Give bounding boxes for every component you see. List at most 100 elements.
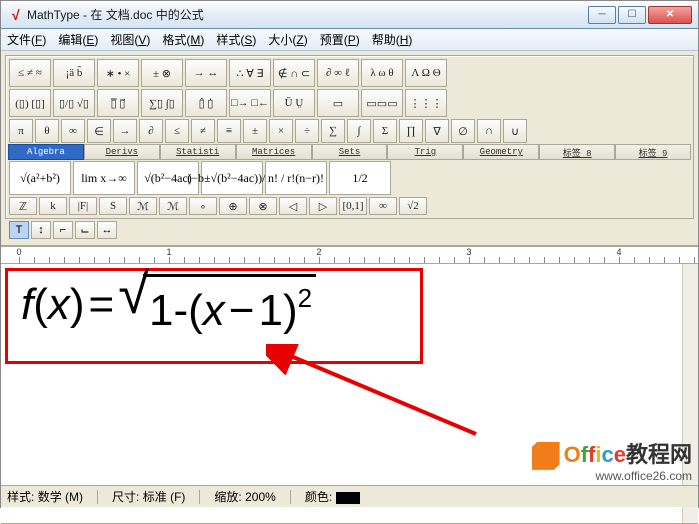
palette-btn-r0-c0[interactable]: ≤ ≠ ≈ <box>9 59 51 87</box>
sym-btn-9[interactable]: ◁ <box>279 197 307 215</box>
tab-标签 8[interactable]: 标签 8 <box>539 144 615 160</box>
sym-btn-3[interactable]: S <box>99 197 127 215</box>
expr-template-5[interactable]: 1/2 <box>329 161 391 195</box>
palette-btn-r2-c10[interactable]: × <box>269 119 293 143</box>
palette-btn-r2-c2[interactable]: ∞ <box>61 119 85 143</box>
sym-btn-0[interactable]: ℤ <box>9 197 37 215</box>
palette-btn-r1-c0[interactable]: (▯) [▯] <box>9 89 51 117</box>
watermark: Office教程网 www.office26.com <box>532 442 692 483</box>
menu-e[interactable]: 编辑(E) <box>58 31 98 48</box>
close-button[interactable]: ✕ <box>648 6 692 24</box>
eq-f: f <box>21 280 33 330</box>
sym-btn-2[interactable]: |F| <box>69 197 97 215</box>
sym-btn-5[interactable]: ℳ <box>159 197 187 215</box>
palette-btn-r2-c15[interactable]: ∏ <box>399 119 423 143</box>
ruler-label-4: 4 <box>616 247 621 257</box>
small-toolbar: T↕⌐⌙↔ <box>5 219 694 241</box>
tab-derivs[interactable]: Derivs <box>84 144 160 160</box>
palette-btn-r2-c8[interactable]: ≡ <box>217 119 241 143</box>
palette-btn-r0-c5[interactable]: ∴ ∀ ∃ <box>229 59 271 87</box>
palette-btn-r2-c12[interactable]: ∑ <box>321 119 345 143</box>
palette-tabs: AlgebraDerivsStatistiMatricesSetsTrigGeo… <box>8 144 691 160</box>
palette-btn-r2-c13[interactable]: ∫ <box>347 119 371 143</box>
palette-btn-r0-c2[interactable]: ∗ • × <box>97 59 139 87</box>
sym-btn-7[interactable]: ⊕ <box>219 197 247 215</box>
toolbtn-3[interactable]: ⌙ <box>75 221 95 239</box>
expr-template-4[interactable]: n! / r!(n−r)! <box>265 161 327 195</box>
toolbtn-1[interactable]: ↕ <box>31 221 51 239</box>
menu-p[interactable]: 预置(P) <box>320 31 360 48</box>
equation-content[interactable]: f ( x ) = √ 1-(x−1)2 <box>21 274 316 336</box>
palette-btn-r2-c6[interactable]: ≤ <box>165 119 189 143</box>
palette-btn-r1-c4[interactable]: ▯̂ ▯̇ <box>185 89 227 117</box>
symbol-palette: ≤ ≠ ≈¡ä b̂∗ • ×± ⊗→ ↔∴ ∀ ∃∉ ∩ ⊂∂ ∞ ℓλ ω … <box>5 55 694 219</box>
sym-btn-13[interactable]: √2 <box>399 197 427 215</box>
palette-btn-r1-c6[interactable]: Ū Ṳ <box>273 89 315 117</box>
tab-algebra[interactable]: Algebra <box>8 144 84 160</box>
tab-trig[interactable]: Trig <box>387 144 463 160</box>
eq-x: x <box>48 280 70 330</box>
tab-statisti[interactable]: Statisti <box>160 144 236 160</box>
menu-z[interactable]: 大小(Z) <box>268 31 307 48</box>
palette-btn-r2-c9[interactable]: ± <box>243 119 267 143</box>
palette-btn-r1-c9[interactable]: ⋮⋮⋮ <box>405 89 447 117</box>
palette-btn-r0-c8[interactable]: λ ω θ <box>361 59 403 87</box>
palette-btn-r0-c6[interactable]: ∉ ∩ ⊂ <box>273 59 315 87</box>
palette-btn-r1-c8[interactable]: ▭▭▭ <box>361 89 403 117</box>
toolbtn-4[interactable]: ↔ <box>97 221 117 239</box>
palette-btn-r2-c11[interactable]: ÷ <box>295 119 319 143</box>
sym-btn-4[interactable]: ℳ <box>129 197 157 215</box>
tab-matrices[interactable]: Matrices <box>236 144 312 160</box>
palette-btn-r2-c3[interactable]: ∈ <box>87 119 111 143</box>
palette-btn-r2-c16[interactable]: ∇ <box>425 119 449 143</box>
palette-btn-r2-c1[interactable]: θ <box>35 119 59 143</box>
maximize-button[interactable]: ☐ <box>618 6 646 24</box>
palette-btn-r0-c9[interactable]: Λ Ω Θ <box>405 59 447 87</box>
palette-btn-r2-c19[interactable]: ∪ <box>503 119 527 143</box>
sym-btn-1[interactable]: k <box>39 197 67 215</box>
palette-btn-r2-c5[interactable]: ∂ <box>139 119 163 143</box>
palette-btn-r2-c17[interactable]: ∅ <box>451 119 475 143</box>
tab-sets[interactable]: Sets <box>312 144 388 160</box>
sym-btn-8[interactable]: ⊗ <box>249 197 277 215</box>
palette-btn-r0-c3[interactable]: ± ⊗ <box>141 59 183 87</box>
menu-s[interactable]: 样式(S) <box>216 31 256 48</box>
expr-template-0[interactable]: √(a²+b²) <box>9 161 71 195</box>
palette-btn-r1-c1[interactable]: ▯/▯ √▯ <box>53 89 95 117</box>
status-zoom[interactable]: 缩放: 200% <box>214 488 275 505</box>
palette-btn-r2-c18[interactable]: ∩ <box>477 119 501 143</box>
tab-标签 9[interactable]: 标签 9 <box>615 144 691 160</box>
tab-geometry[interactable]: Geometry <box>463 144 539 160</box>
palette-btn-r1-c5[interactable]: □→ □← <box>229 89 271 117</box>
toolbtn-0[interactable]: T <box>9 221 29 239</box>
sym-btn-12[interactable]: ∞ <box>369 197 397 215</box>
palette-btn-r1-c3[interactable]: ∑▯ ∫▯ <box>141 89 183 117</box>
palette-btn-r0-c1[interactable]: ¡ä b̂ <box>53 59 95 87</box>
menu-f[interactable]: 文件(F) <box>7 31 46 48</box>
color-swatch[interactable] <box>336 492 360 504</box>
palette-btn-r0-c7[interactable]: ∂ ∞ ℓ <box>317 59 359 87</box>
status-size[interactable]: 尺寸: 标准 (F) <box>112 488 185 505</box>
palette-btn-r2-c0[interactable]: π <box>9 119 33 143</box>
status-style[interactable]: 样式: 数学 (M) <box>7 488 83 505</box>
palette-btn-r2-c14[interactable]: Σ <box>373 119 397 143</box>
expression-templates: √(a²+b²)lim x→∞√(b²−4ac)(−b±√(b²−4ac))/2… <box>8 160 691 196</box>
minimize-button[interactable]: ─ <box>588 6 616 24</box>
horizontal-ruler[interactable]: 01234 <box>1 246 698 264</box>
palette-btn-r1-c7[interactable]: ▭ <box>317 89 359 117</box>
ruler-label-3: 3 <box>466 247 471 257</box>
menu-v[interactable]: 视图(V) <box>110 31 150 48</box>
palette-btn-r1-c2[interactable]: ▯̅ ▯⃗ <box>97 89 139 117</box>
expr-template-1[interactable]: lim x→∞ <box>73 161 135 195</box>
palette-btn-r2-c7[interactable]: ≠ <box>191 119 215 143</box>
expr-template-3[interactable]: (−b±√(b²−4ac))/2a <box>201 161 263 195</box>
palette-btn-r2-c4[interactable]: → <box>113 119 137 143</box>
toolbtn-2[interactable]: ⌐ <box>53 221 73 239</box>
menu-m[interactable]: 格式(M) <box>162 31 204 48</box>
menu-h[interactable]: 帮助(H) <box>372 31 413 48</box>
sym-btn-10[interactable]: ▷ <box>309 197 337 215</box>
sym-btn-6[interactable]: ∘ <box>189 197 217 215</box>
sym-btn-11[interactable]: [0,1] <box>339 197 367 215</box>
status-color[interactable]: 颜色: <box>305 488 360 505</box>
palette-btn-r0-c4[interactable]: → ↔ <box>185 59 227 87</box>
